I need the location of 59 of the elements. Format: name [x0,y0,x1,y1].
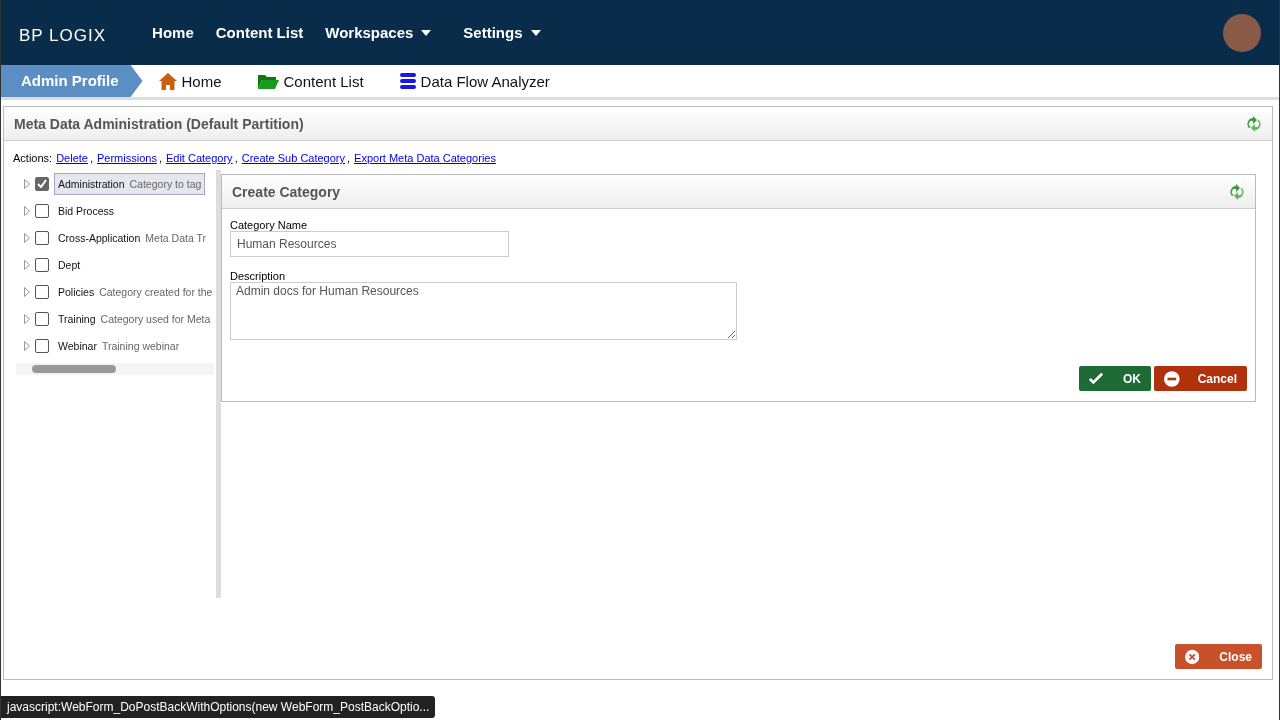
checkbox[interactable] [35,176,49,191]
refresh-icon[interactable] [1229,183,1245,200]
nav-link[interactable]: Workspaces [325,24,432,41]
avatar[interactable] [1223,13,1261,52]
checkbox[interactable] [35,311,49,326]
separator: , [89,152,93,164]
action-link[interactable]: Edit Category [165,152,233,164]
logo[interactable]: BP LOGIX [19,25,107,46]
separator: , [158,152,162,164]
tree-item[interactable]: Training Category used for Meta [54,307,215,330]
home-icon [158,72,177,90]
status-tooltip: javascript:WebForm_DoPostBackWithOptions(new WebForm_PostBackOptio... [1,696,436,718]
expand-icon[interactable] [24,178,30,189]
nav-link[interactable]: Settings [463,24,541,41]
breadcrumb-link[interactable]: Home [158,72,222,90]
breadcrumb-link[interactable]: Content List [257,72,364,90]
checkbox[interactable] [35,230,49,245]
breadcrumb-link[interactable]: Data Flow Analyzer [399,72,550,90]
separator: , [234,152,238,164]
expand-icon[interactable] [24,340,30,351]
action-link[interactable]: Create Sub Category [241,152,346,164]
folder-icon [257,73,279,89]
action-link[interactable]: Export Meta Data Categories [354,152,496,164]
tree-item[interactable]: Dept [54,253,85,276]
form-title: Create Category [232,183,341,200]
nav-link[interactable]: Home [152,24,194,41]
actions-label: Actions: [13,152,53,164]
text-area[interactable]: Admin docs for Human Resources [230,282,737,340]
expand-icon[interactable] [24,286,30,297]
minus-icon [1164,369,1180,388]
separator: , [347,152,351,164]
refresh-icon[interactable] [1246,115,1262,132]
action-link[interactable]: Delete [56,152,88,164]
checkmark-icon [1089,372,1103,385]
tree-item[interactable]: Administration Category to tag [54,172,206,195]
ok-button[interactable]: OK [1079,366,1151,391]
tree-item[interactable]: Cross-Application Meta Data Tr [54,226,210,249]
expand-icon[interactable] [24,259,30,270]
expand-icon[interactable] [24,232,30,243]
tree-item[interactable]: Webinar Training webinar [54,334,184,357]
close-icon [1185,648,1200,665]
input-field[interactable]: Human Resources [230,231,509,257]
field-label: Description [230,270,286,282]
checkbox[interactable] [35,257,49,272]
database-icon [399,73,416,89]
action-link[interactable]: Permissions [97,152,157,164]
nav-link[interactable]: Content List [215,24,304,41]
expand-icon[interactable] [24,205,30,216]
checkbox[interactable] [35,338,49,353]
tree-item[interactable]: Policies Category created for the [54,280,216,303]
close-button[interactable]: Close [1175,644,1262,669]
expand-icon[interactable] [24,313,30,324]
checkbox[interactable] [35,203,49,218]
field-label: Category Name [230,219,308,231]
cancel-button[interactable]: Cancel [1154,366,1247,391]
panel-title: Meta Data Administration (Default Partition) [14,115,304,132]
scrollbar[interactable] [16,363,214,375]
tree-item[interactable]: Bid Process [54,199,119,222]
checkbox[interactable] [35,284,49,299]
